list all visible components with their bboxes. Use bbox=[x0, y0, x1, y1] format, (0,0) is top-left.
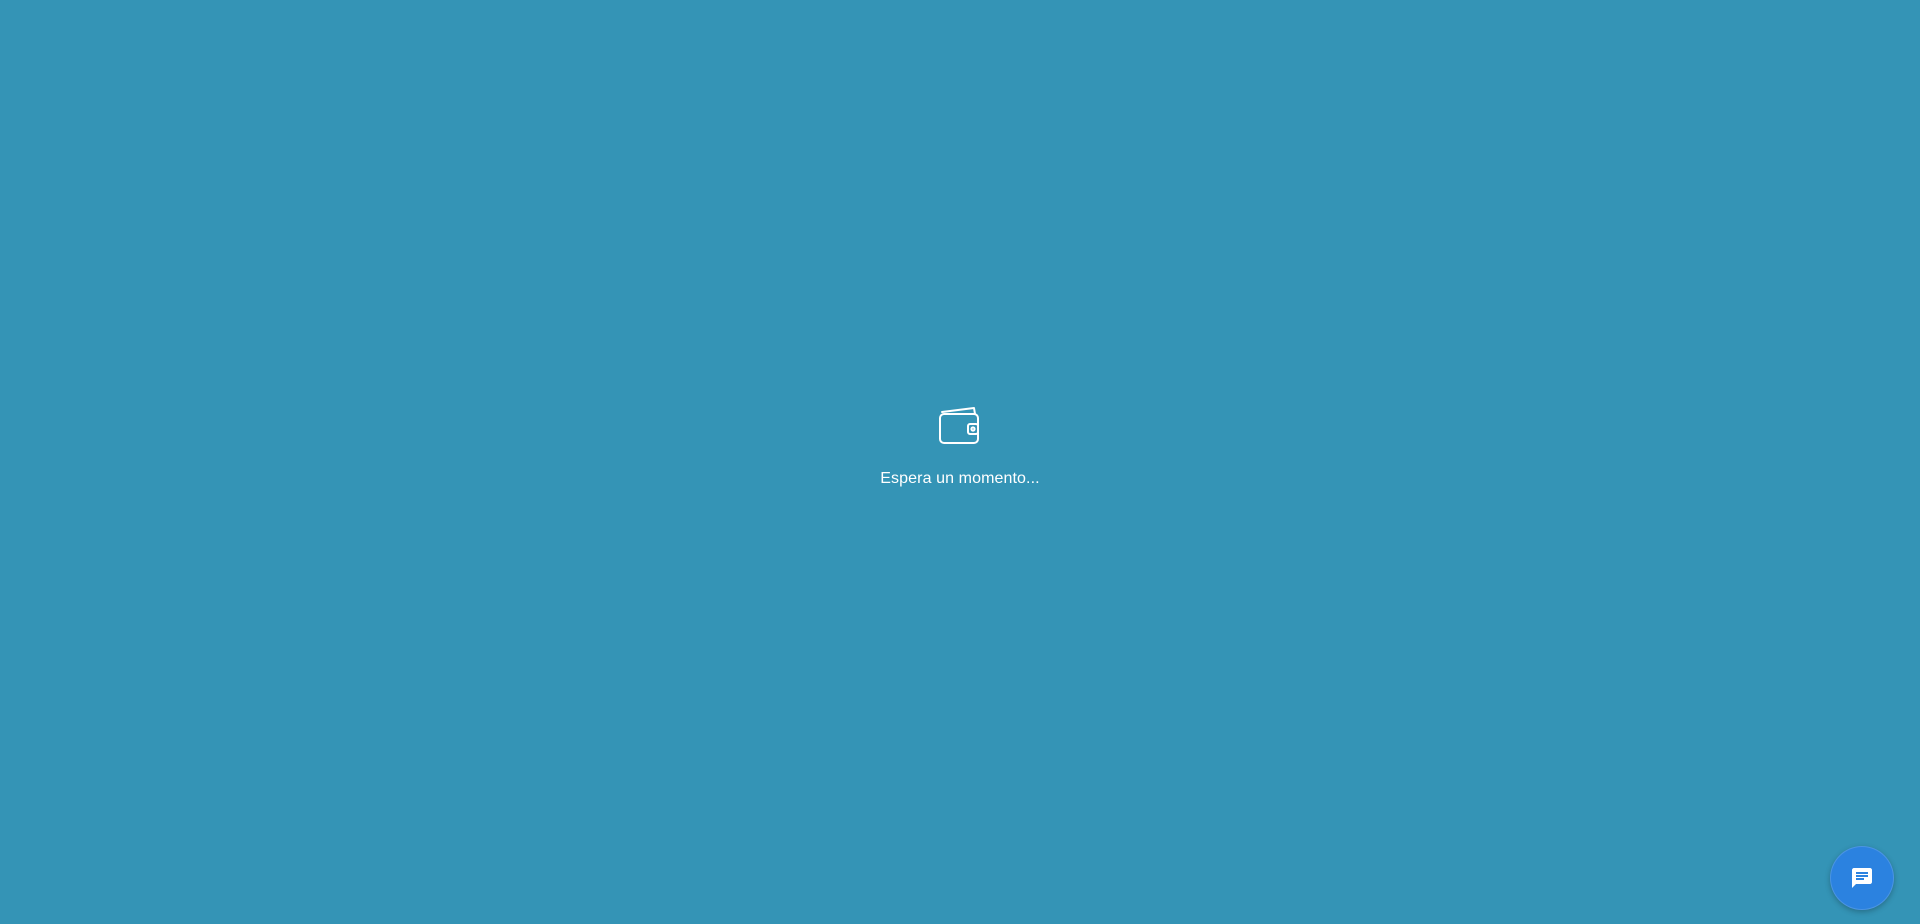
loading-screen: Espera un momento... bbox=[0, 404, 1920, 489]
chat-launcher-button[interactable] bbox=[1830, 846, 1894, 910]
wallet-icon bbox=[939, 407, 979, 444]
loading-message: Espera un momento... bbox=[880, 470, 1040, 487]
chat-icon bbox=[1852, 868, 1872, 888]
